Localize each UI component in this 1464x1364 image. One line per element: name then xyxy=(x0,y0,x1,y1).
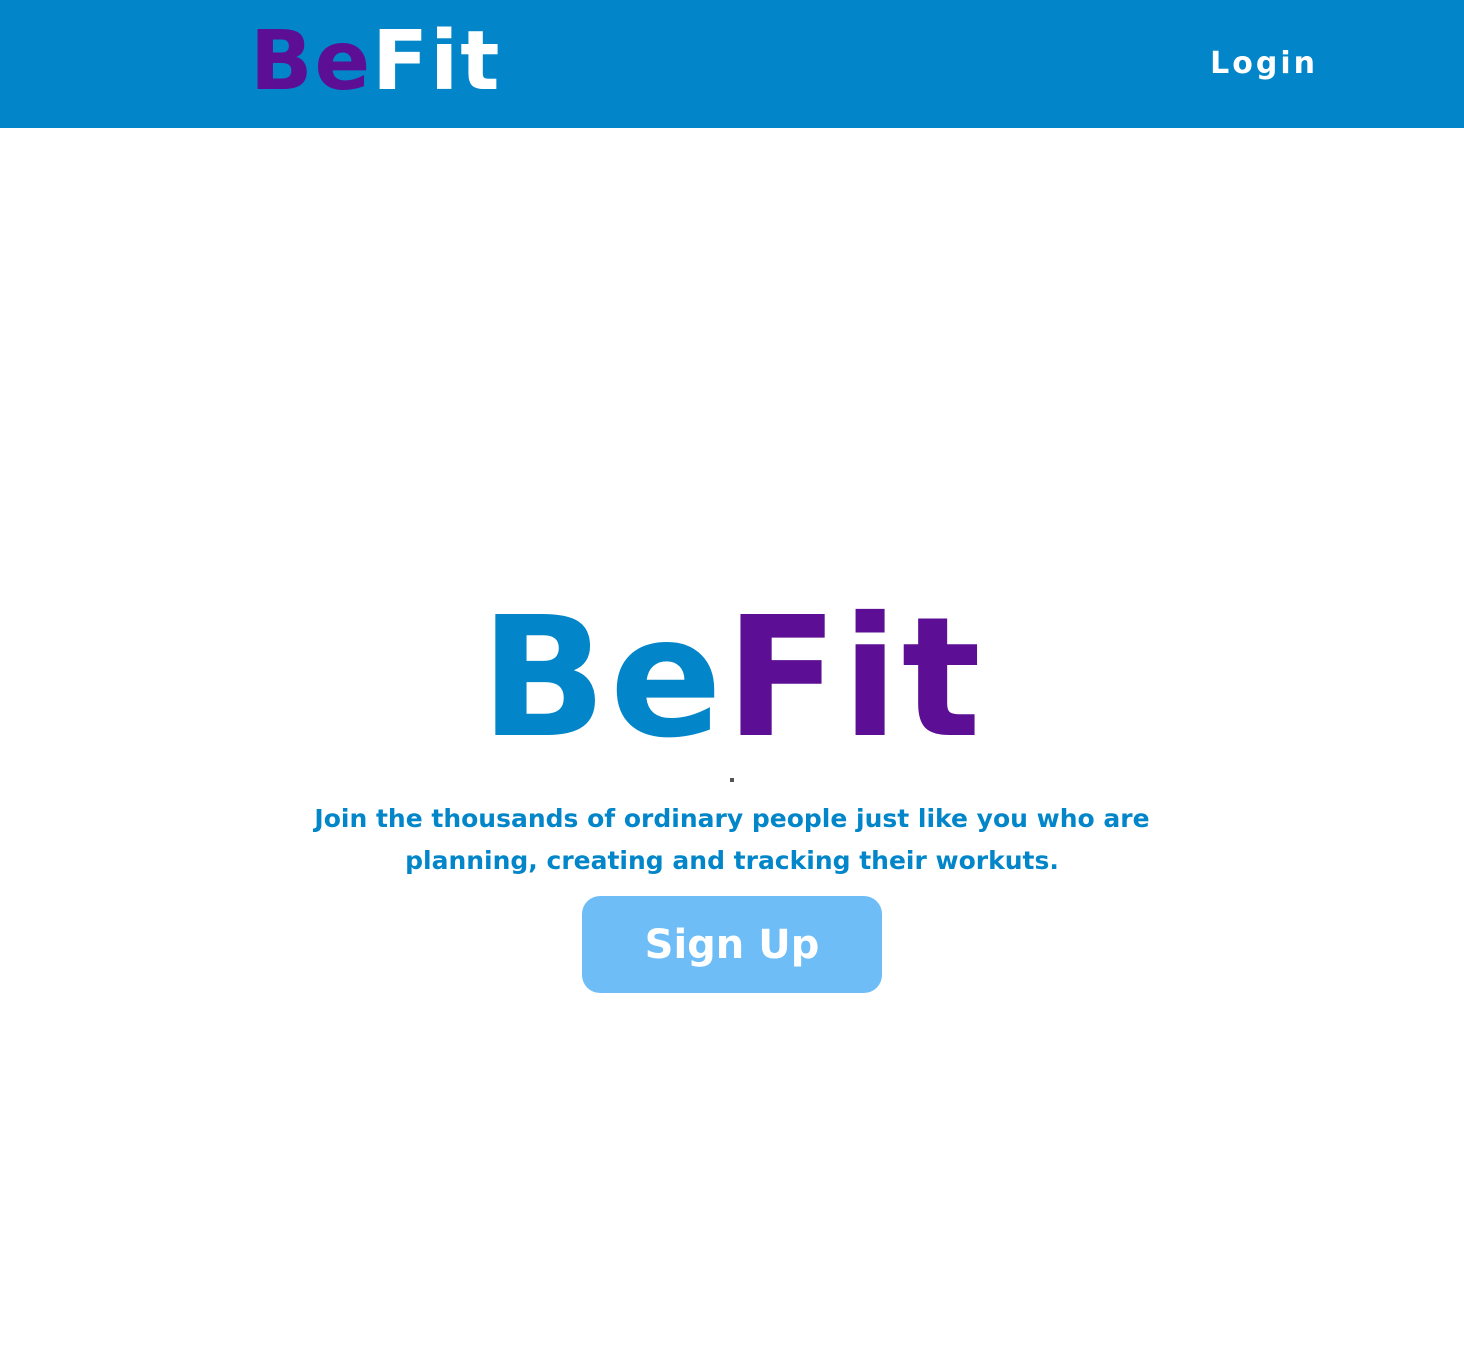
navbar: BeFit Login xyxy=(0,0,1464,128)
divider-dot xyxy=(730,778,734,782)
nav-logo[interactable]: BeFit xyxy=(250,14,501,110)
nav-logo-be: Be xyxy=(250,14,373,109)
signup-button[interactable]: Sign Up xyxy=(582,896,882,993)
login-link[interactable]: Login xyxy=(1210,44,1318,84)
hero-tagline: Join the thousands of ordinary people ju… xyxy=(314,804,1150,875)
hero-logo-fit: Fit xyxy=(725,582,984,775)
hero-logo: BeFit xyxy=(0,590,1464,768)
nav-logo-fit: Fit xyxy=(372,14,502,109)
hero-logo-be: Be xyxy=(480,582,726,775)
hero-section: BeFit Join the thousands of ordinary peo… xyxy=(0,590,1464,993)
